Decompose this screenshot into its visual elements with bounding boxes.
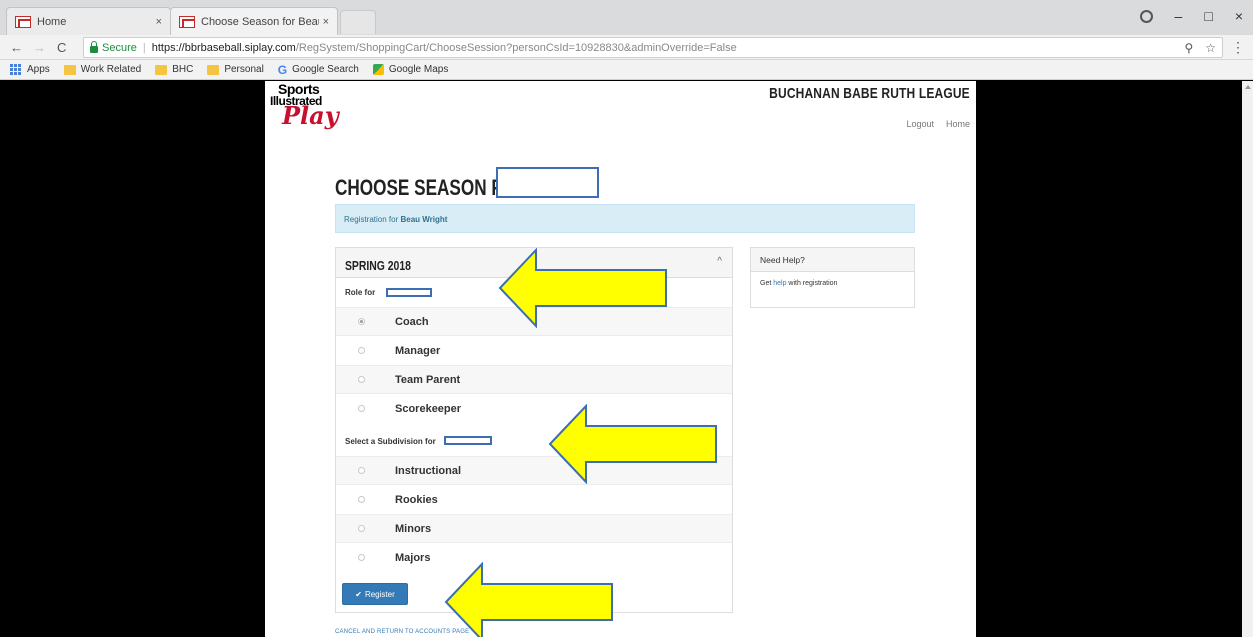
omnibox-actions: ⚲ ☆ <box>1184 41 1216 55</box>
secure-label: Secure <box>102 41 137 54</box>
logout-link[interactable]: Logout <box>906 119 934 129</box>
folder-icon <box>63 64 76 75</box>
season-title: SPRING 2018 <box>345 258 411 273</box>
role-option-manager[interactable]: Manager <box>336 336 732 365</box>
help-text: Get <box>760 280 774 287</box>
redacted-subdivision-name <box>444 436 492 445</box>
bookmark-label: Google Search <box>292 64 359 75</box>
radio-button[interactable] <box>358 467 365 474</box>
radio-button[interactable] <box>358 525 365 532</box>
tab-close-icon[interactable]: × <box>323 16 329 28</box>
radio-button[interactable] <box>358 554 365 561</box>
bookmark-label: Apps <box>27 64 50 75</box>
redacted-role-name <box>386 288 432 297</box>
register-label: Register <box>364 589 395 599</box>
bookmark-google-maps[interactable]: Google Maps <box>372 64 449 75</box>
siplay-favicon-icon <box>15 15 31 28</box>
help-text: with registration <box>786 280 838 287</box>
bookmark-star-icon[interactable]: ☆ <box>1205 41 1216 55</box>
browser-menu-icon[interactable]: ⋮ <box>1231 39 1245 56</box>
tab-choose-season[interactable]: Choose Season for Beau × <box>170 7 338 35</box>
bookmark-label: Personal <box>224 64 264 75</box>
apps-grid-icon <box>10 63 22 76</box>
help-link[interactable]: help <box>773 280 786 287</box>
help-panel-title: Need Help? <box>751 248 914 272</box>
role-label: Role for <box>345 288 376 297</box>
bookmark-apps[interactable]: Apps <box>10 63 50 76</box>
bookmark-label: Google Maps <box>388 64 449 75</box>
info-prefix: Registration for <box>344 215 401 224</box>
subdivision-option-label: Minors <box>395 522 432 535</box>
window-controls: – □ × <box>1139 8 1243 24</box>
bookmark-bhc[interactable]: BHC <box>155 64 193 75</box>
forward-icon[interactable]: → <box>33 40 46 55</box>
siplay-favicon-icon <box>179 15 195 28</box>
bookmark-label: BHC <box>172 64 194 75</box>
redacted-name-box <box>496 167 599 198</box>
google-icon: G <box>277 62 288 77</box>
annotation-arrow-register <box>444 562 613 637</box>
logo-line-play: Play <box>282 101 339 130</box>
tab-label: Home <box>37 15 67 28</box>
reload-icon[interactable]: C <box>57 40 66 55</box>
annotation-arrow-role <box>498 248 667 328</box>
url-separator: | <box>142 41 146 54</box>
role-option-label: Scorekeeper <box>395 402 462 415</box>
subdivision-option-label: Rookies <box>395 493 438 506</box>
sports-illustrated-play-logo[interactable]: Sports Illustrated Play <box>270 82 362 130</box>
google-maps-icon <box>372 64 384 75</box>
help-panel-body: Get help with registration <box>751 272 914 295</box>
address-bar[interactable]: Secure | https://bbrbaseball.siplay.com /… <box>83 37 1223 58</box>
page-content: Sports Illustrated Play BUCHANAN BABE RU… <box>265 81 976 637</box>
zoom-icon[interactable]: ⚲ <box>1184 41 1193 55</box>
minimize-icon[interactable]: – <box>1175 8 1183 24</box>
tab-label: Choose Season for Beau <box>201 15 319 28</box>
url-host: https://bbrbaseball.siplay.com <box>151 41 296 54</box>
tab-close-icon[interactable]: × <box>156 16 162 28</box>
registration-info-alert: Registration for Beau Wright <box>335 204 915 233</box>
back-icon[interactable]: ← <box>10 40 23 55</box>
profile-icon[interactable] <box>1139 10 1153 23</box>
top-nav-links: Logout Home <box>906 119 970 129</box>
browser-toolbar: ← → C Secure | https://bbrbaseball.sipla… <box>0 35 1253 60</box>
tab-strip: Home × Choose Season for Beau × – □ × <box>0 0 1253 35</box>
url-path: /RegSystem/ShoppingCart/ChooseSession?pe… <box>295 41 737 54</box>
site-header: Sports Illustrated Play BUCHANAN BABE RU… <box>265 81 976 141</box>
radio-button[interactable] <box>358 347 365 354</box>
help-panel: Need Help? Get help with registration <box>750 247 915 308</box>
folder-icon <box>207 64 220 75</box>
close-window-icon[interactable]: × <box>1235 8 1243 24</box>
radio-button[interactable] <box>358 496 365 503</box>
folder-icon <box>155 64 168 75</box>
role-option-team-parent[interactable]: Team Parent <box>336 365 732 394</box>
role-option-label: Manager <box>395 344 441 357</box>
info-person-name: Beau Wright <box>400 215 448 224</box>
subdivision-option-rookies[interactable]: Rookies <box>336 485 732 514</box>
restore-icon[interactable]: □ <box>1204 8 1212 24</box>
chevron-up-icon[interactable]: ^ <box>717 256 722 267</box>
league-name: BUCHANAN BABE RUTH LEAGUE <box>769 85 970 102</box>
subdivision-label: Select a Subdivision for <box>345 437 436 446</box>
checkmark-icon: ✔ <box>355 589 362 599</box>
subdivision-option-minors[interactable]: Minors <box>336 514 732 543</box>
register-button[interactable]: ✔ Register <box>342 583 408 605</box>
role-option-label: Coach <box>395 315 429 328</box>
role-option-label: Team Parent <box>395 373 461 386</box>
bookmark-work-related[interactable]: Work Related <box>63 64 142 75</box>
new-tab-button[interactable] <box>340 10 376 34</box>
tab-home[interactable]: Home × <box>6 7 171 35</box>
page-scrollbar[interactable] <box>1242 81 1253 637</box>
subdivision-option-label: Instructional <box>395 464 462 477</box>
home-link[interactable]: Home <box>946 119 970 129</box>
radio-button[interactable] <box>358 376 365 383</box>
bookmark-google-search[interactable]: G Google Search <box>278 63 359 77</box>
bookmark-personal[interactable]: Personal <box>207 64 264 75</box>
radio-button[interactable] <box>358 405 365 412</box>
subdivision-option-label: Majors <box>395 551 431 564</box>
lock-icon <box>90 40 98 53</box>
bookmark-label: Work Related <box>80 64 142 75</box>
radio-button[interactable] <box>358 318 365 325</box>
annotation-arrow-subdivision <box>548 404 717 484</box>
bookmarks-bar: Apps Work Related BHC Personal G Google … <box>0 60 1253 80</box>
